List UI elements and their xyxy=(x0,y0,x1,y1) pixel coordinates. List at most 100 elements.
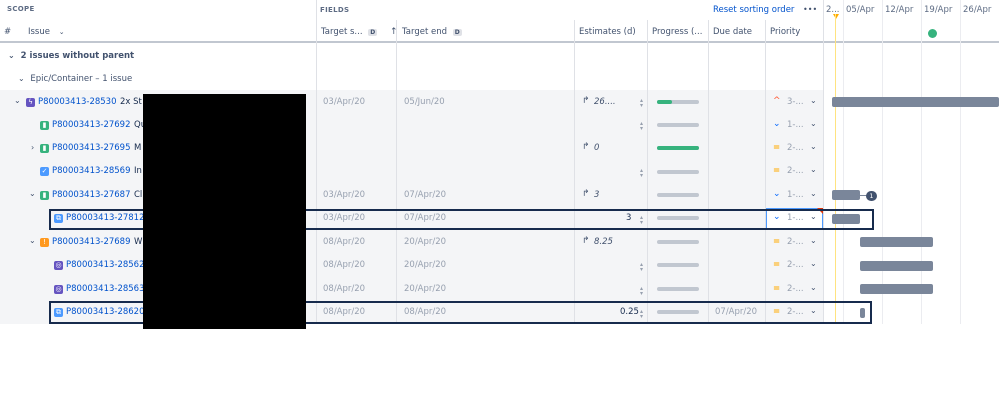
target-end-cell[interactable]: 20/Apr/20 xyxy=(404,260,446,270)
estimate-cell[interactable]: 0 xyxy=(594,143,599,153)
issue-key-link[interactable]: P80003413-27689 xyxy=(52,237,131,247)
column-header-target-start[interactable]: Target s... D ↑ xyxy=(321,27,397,37)
estimate-cell[interactable]: 8.25 xyxy=(594,237,613,247)
column-divider xyxy=(574,20,575,324)
timeline-date: 12/Apr xyxy=(885,5,914,15)
issue-key-link[interactable]: P80003413-28562 xyxy=(66,260,145,270)
timeline-date: 19/Apr xyxy=(924,5,953,15)
issue-summary[interactable]: 2x St xyxy=(120,97,142,107)
priority-value[interactable]: 2-... xyxy=(787,166,804,176)
column-header-due-date[interactable]: Due date xyxy=(713,27,752,37)
group-no-parent[interactable]: ⌄ 2 issues without parent xyxy=(8,51,134,61)
priority-value[interactable]: 2-... xyxy=(787,260,804,270)
column-header-issue-label: Issue xyxy=(28,27,50,37)
column-divider xyxy=(765,20,766,324)
issue-summary[interactable]: W xyxy=(134,237,142,247)
column-header-issue[interactable]: Issue ⌄ xyxy=(28,27,65,37)
priority-low-icon: ⌄ xyxy=(773,119,781,129)
progress-bar xyxy=(657,170,699,174)
column-header-target-end[interactable]: Target end D xyxy=(402,27,462,37)
progress-bar xyxy=(657,263,699,267)
chevron-down-icon[interactable]: ⌄ xyxy=(29,189,36,198)
stepper-icon[interactable]: ▴ ▾ xyxy=(640,98,643,109)
target-end-cell[interactable]: 05/Jun/20 xyxy=(404,97,445,107)
priority-medium-icon: = xyxy=(773,143,781,153)
progress-bar xyxy=(657,193,699,197)
chevron-down-icon[interactable]: ⌄ xyxy=(810,189,817,198)
column-header-progress[interactable]: Progress (... xyxy=(652,27,702,37)
header-divider xyxy=(0,41,999,43)
issue-summary[interactable]: M xyxy=(134,143,141,153)
target-start-cell[interactable]: 03/Apr/20 xyxy=(323,97,365,107)
release-marker-icon[interactable] xyxy=(928,29,937,38)
chevron-right-icon[interactable]: › xyxy=(31,143,34,152)
column-header-estimates[interactable]: Estimates (d) xyxy=(579,27,636,37)
chevron-down-icon[interactable]: ⌄ xyxy=(810,259,817,268)
reset-sorting-button[interactable]: Reset sorting order xyxy=(713,5,794,15)
priority-value[interactable]: 1-... xyxy=(787,190,804,200)
group-epic-container[interactable]: ⌄ Epic/Container – 1 issue xyxy=(18,74,132,84)
gantt-bar[interactable] xyxy=(832,97,999,107)
target-start-cell[interactable]: 03/Apr/20 xyxy=(323,190,365,200)
issue-summary[interactable]: In xyxy=(134,166,142,176)
progress-fill xyxy=(657,100,672,104)
column-divider xyxy=(708,20,709,324)
group-no-parent-label: 2 issues without parent xyxy=(20,51,135,61)
estimate-cell[interactable]: 3 xyxy=(594,190,599,200)
stepper-icon[interactable]: ▴ ▾ xyxy=(640,262,643,273)
gantt-bar[interactable] xyxy=(860,284,933,294)
timeline-grid-line xyxy=(843,0,844,324)
timeline-grid-line xyxy=(921,0,922,324)
gantt-bar[interactable] xyxy=(832,190,860,200)
chevron-down-icon[interactable]: ⌄ xyxy=(810,236,817,245)
chevron-down-icon[interactable]: ⌄ xyxy=(14,96,21,105)
chevron-down-icon[interactable]: ⌄ xyxy=(810,283,817,292)
timeline-date: 26/Apr xyxy=(963,5,992,15)
target-start-cell[interactable]: 08/Apr/20 xyxy=(323,260,365,270)
issue-key-link[interactable]: P80003413-28563 xyxy=(66,284,145,294)
stepper-icon[interactable]: ▴ ▾ xyxy=(640,286,643,297)
issue-key-link[interactable]: P80003413-27687 xyxy=(52,190,131,200)
target-end-cell[interactable]: 20/Apr/20 xyxy=(404,284,446,294)
chevron-down-icon: ⌄ xyxy=(18,74,25,83)
priority-value[interactable]: 2-... xyxy=(787,143,804,153)
chevron-down-icon[interactable]: ⌄ xyxy=(810,119,817,128)
target-start-cell[interactable]: 08/Apr/20 xyxy=(323,284,365,294)
chevron-down-icon[interactable]: ⌄ xyxy=(29,236,36,245)
issue-key-link[interactable]: P80003413-27692 xyxy=(52,120,131,130)
target-start-cell[interactable]: 08/Apr/20 xyxy=(323,237,365,247)
chevron-down-icon[interactable]: ⌄ xyxy=(810,96,817,105)
column-divider xyxy=(823,0,824,324)
stepper-icon[interactable]: ▴ ▾ xyxy=(640,168,643,179)
issue-key-link[interactable]: P80003413-28530 xyxy=(38,97,117,107)
column-divider xyxy=(647,20,648,324)
priority-value[interactable]: 2-... xyxy=(787,284,804,294)
target-end-cell[interactable]: 20/Apr/20 xyxy=(404,237,446,247)
stepper-icon[interactable]: ▴ ▾ xyxy=(640,121,643,132)
priority-value[interactable]: 1-... xyxy=(787,120,804,130)
priority-medium-icon: = xyxy=(773,166,781,176)
column-header-priority[interactable]: Priority xyxy=(770,27,800,37)
progress-bar xyxy=(657,240,699,244)
column-header-target-end-label: Target end xyxy=(402,27,448,37)
more-options-button[interactable]: ••• xyxy=(803,5,817,14)
estimate-cell[interactable]: 26.... xyxy=(594,97,616,107)
target-end-cell[interactable]: 07/Apr/20 xyxy=(404,190,446,200)
issue-key-link[interactable]: P80003413-27695 xyxy=(52,143,131,153)
rollup-icon: ↱ xyxy=(582,142,590,152)
priority-value[interactable]: 3-... xyxy=(787,97,804,107)
dependency-count-badge[interactable]: 1 xyxy=(866,191,877,201)
scope-label: SCOPE xyxy=(7,5,35,13)
gantt-bar[interactable] xyxy=(860,261,933,271)
priority-value[interactable]: 2-... xyxy=(787,237,804,247)
column-divider xyxy=(396,20,397,324)
issue-summary[interactable]: Cl xyxy=(134,190,142,200)
chevron-down-icon[interactable]: ⌄ xyxy=(810,165,817,174)
timeline-date: 05/Apr xyxy=(846,5,875,15)
rollup-icon: ↱ xyxy=(582,236,590,246)
issue-key-link[interactable]: P80003413-28569 xyxy=(52,166,131,176)
progress-bar xyxy=(657,123,699,127)
gantt-bar[interactable] xyxy=(860,237,933,247)
chevron-down-icon[interactable]: ⌄ xyxy=(810,142,817,151)
subtask-icon: ◎ xyxy=(54,261,63,270)
